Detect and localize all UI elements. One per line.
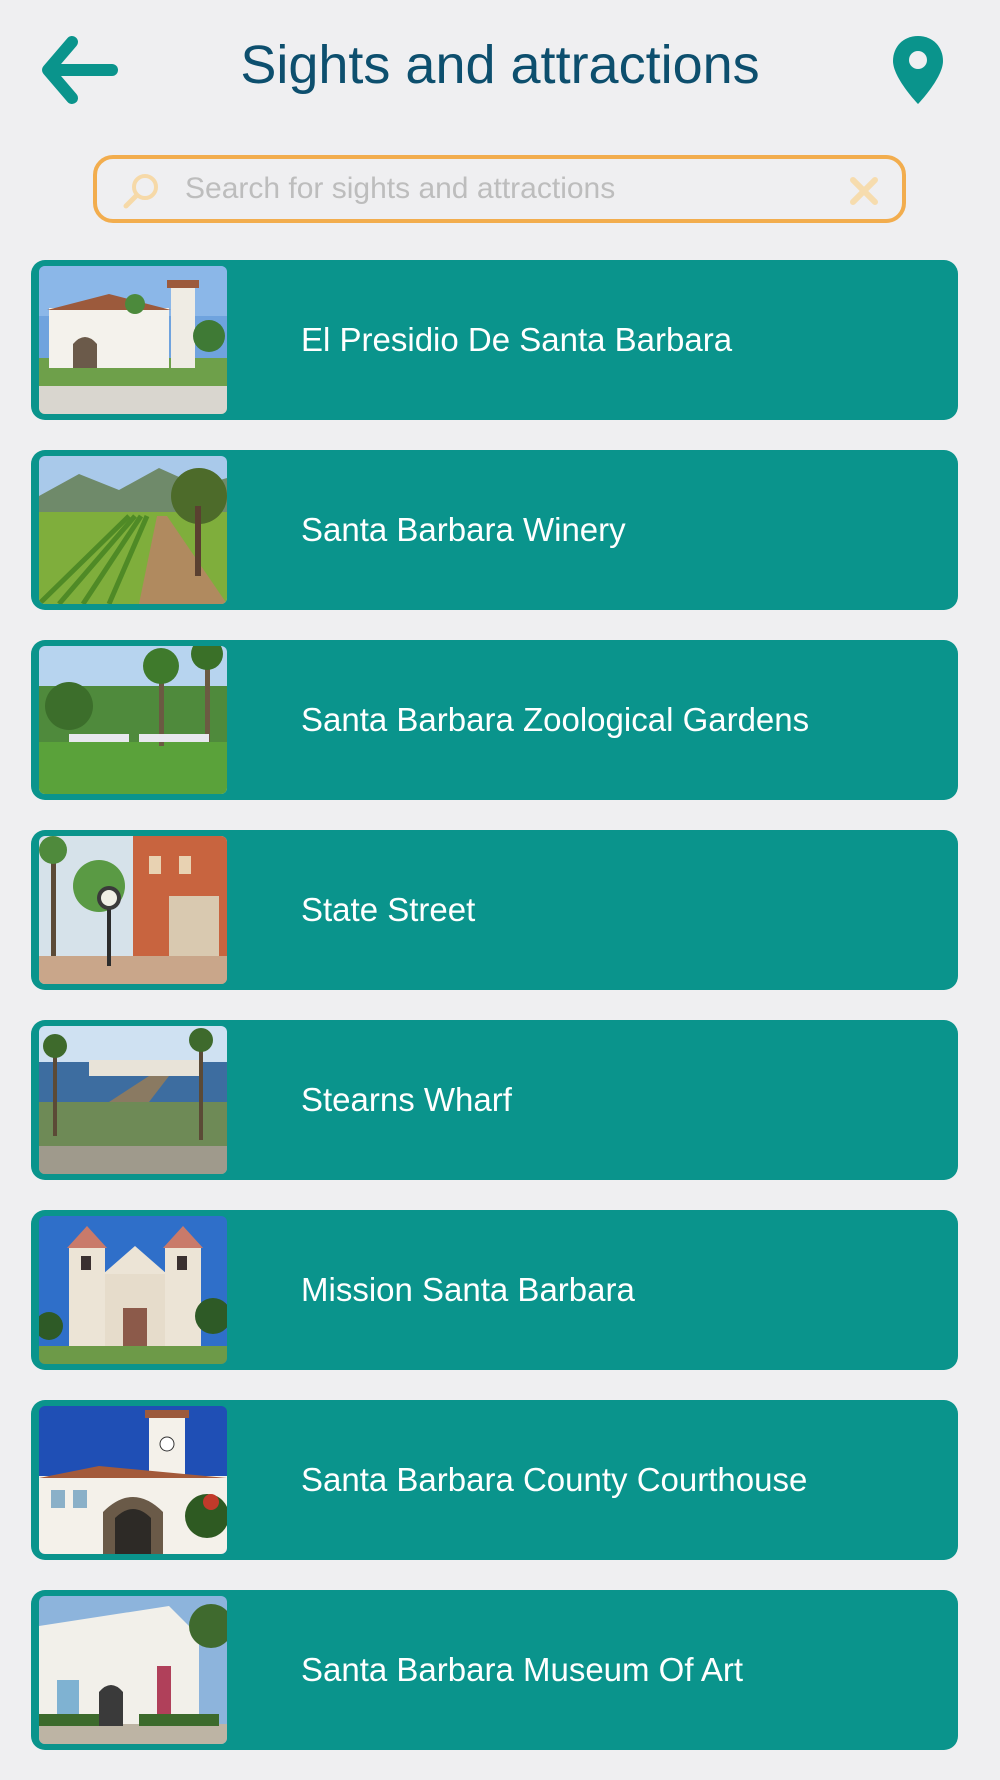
list-item[interactable]: Santa Barbara Museum Of Art <box>31 1590 958 1750</box>
search-box <box>93 155 906 223</box>
list-item[interactable]: Santa Barbara County Courthouse <box>31 1400 958 1560</box>
list-item[interactable]: Santa Barbara Zoological Gardens <box>31 640 958 800</box>
attractions-list: El Presidio De Santa Barbara Santa Barba… <box>31 260 958 1780</box>
thumbnail-image <box>39 456 227 604</box>
location-button[interactable] <box>890 34 946 106</box>
item-label: Santa Barbara Winery <box>301 511 626 548</box>
item-label: El Presidio De Santa Barbara <box>301 321 733 358</box>
item-label: Santa Barbara Museum Of Art <box>301 1651 744 1688</box>
list-item[interactable]: Santa Barbara Winery <box>31 450 958 610</box>
thumbnail-image <box>39 646 227 794</box>
item-label: Mission Santa Barbara <box>301 1271 635 1308</box>
item-label: State Street <box>301 891 476 928</box>
thumbnail-image <box>39 1026 227 1174</box>
map-pin-icon <box>893 36 943 104</box>
list-item[interactable]: El Presidio De Santa Barbara <box>31 260 958 420</box>
header-bar: Sights and attractions <box>0 0 1000 135</box>
thumbnail-image <box>39 266 227 414</box>
list-item[interactable]: State Street <box>31 830 958 990</box>
item-label: Santa Barbara Zoological Gardens <box>301 701 810 738</box>
close-icon[interactable] <box>848 175 880 207</box>
search-input[interactable] <box>185 163 825 215</box>
page-title: Sights and attractions <box>240 35 760 95</box>
arrow-left-icon <box>42 36 118 104</box>
item-label: Stearns Wharf <box>301 1081 512 1118</box>
thumbnail-image <box>39 1216 227 1364</box>
item-label: Santa Barbara County Courthouse <box>301 1461 808 1498</box>
back-button[interactable] <box>40 34 120 106</box>
list-item[interactable]: Stearns Wharf <box>31 1020 958 1180</box>
search-icon <box>123 174 158 209</box>
thumbnail-image <box>39 1596 227 1744</box>
list-item[interactable]: Mission Santa Barbara <box>31 1210 958 1370</box>
thumbnail-image <box>39 1406 227 1554</box>
thumbnail-image <box>39 836 227 984</box>
